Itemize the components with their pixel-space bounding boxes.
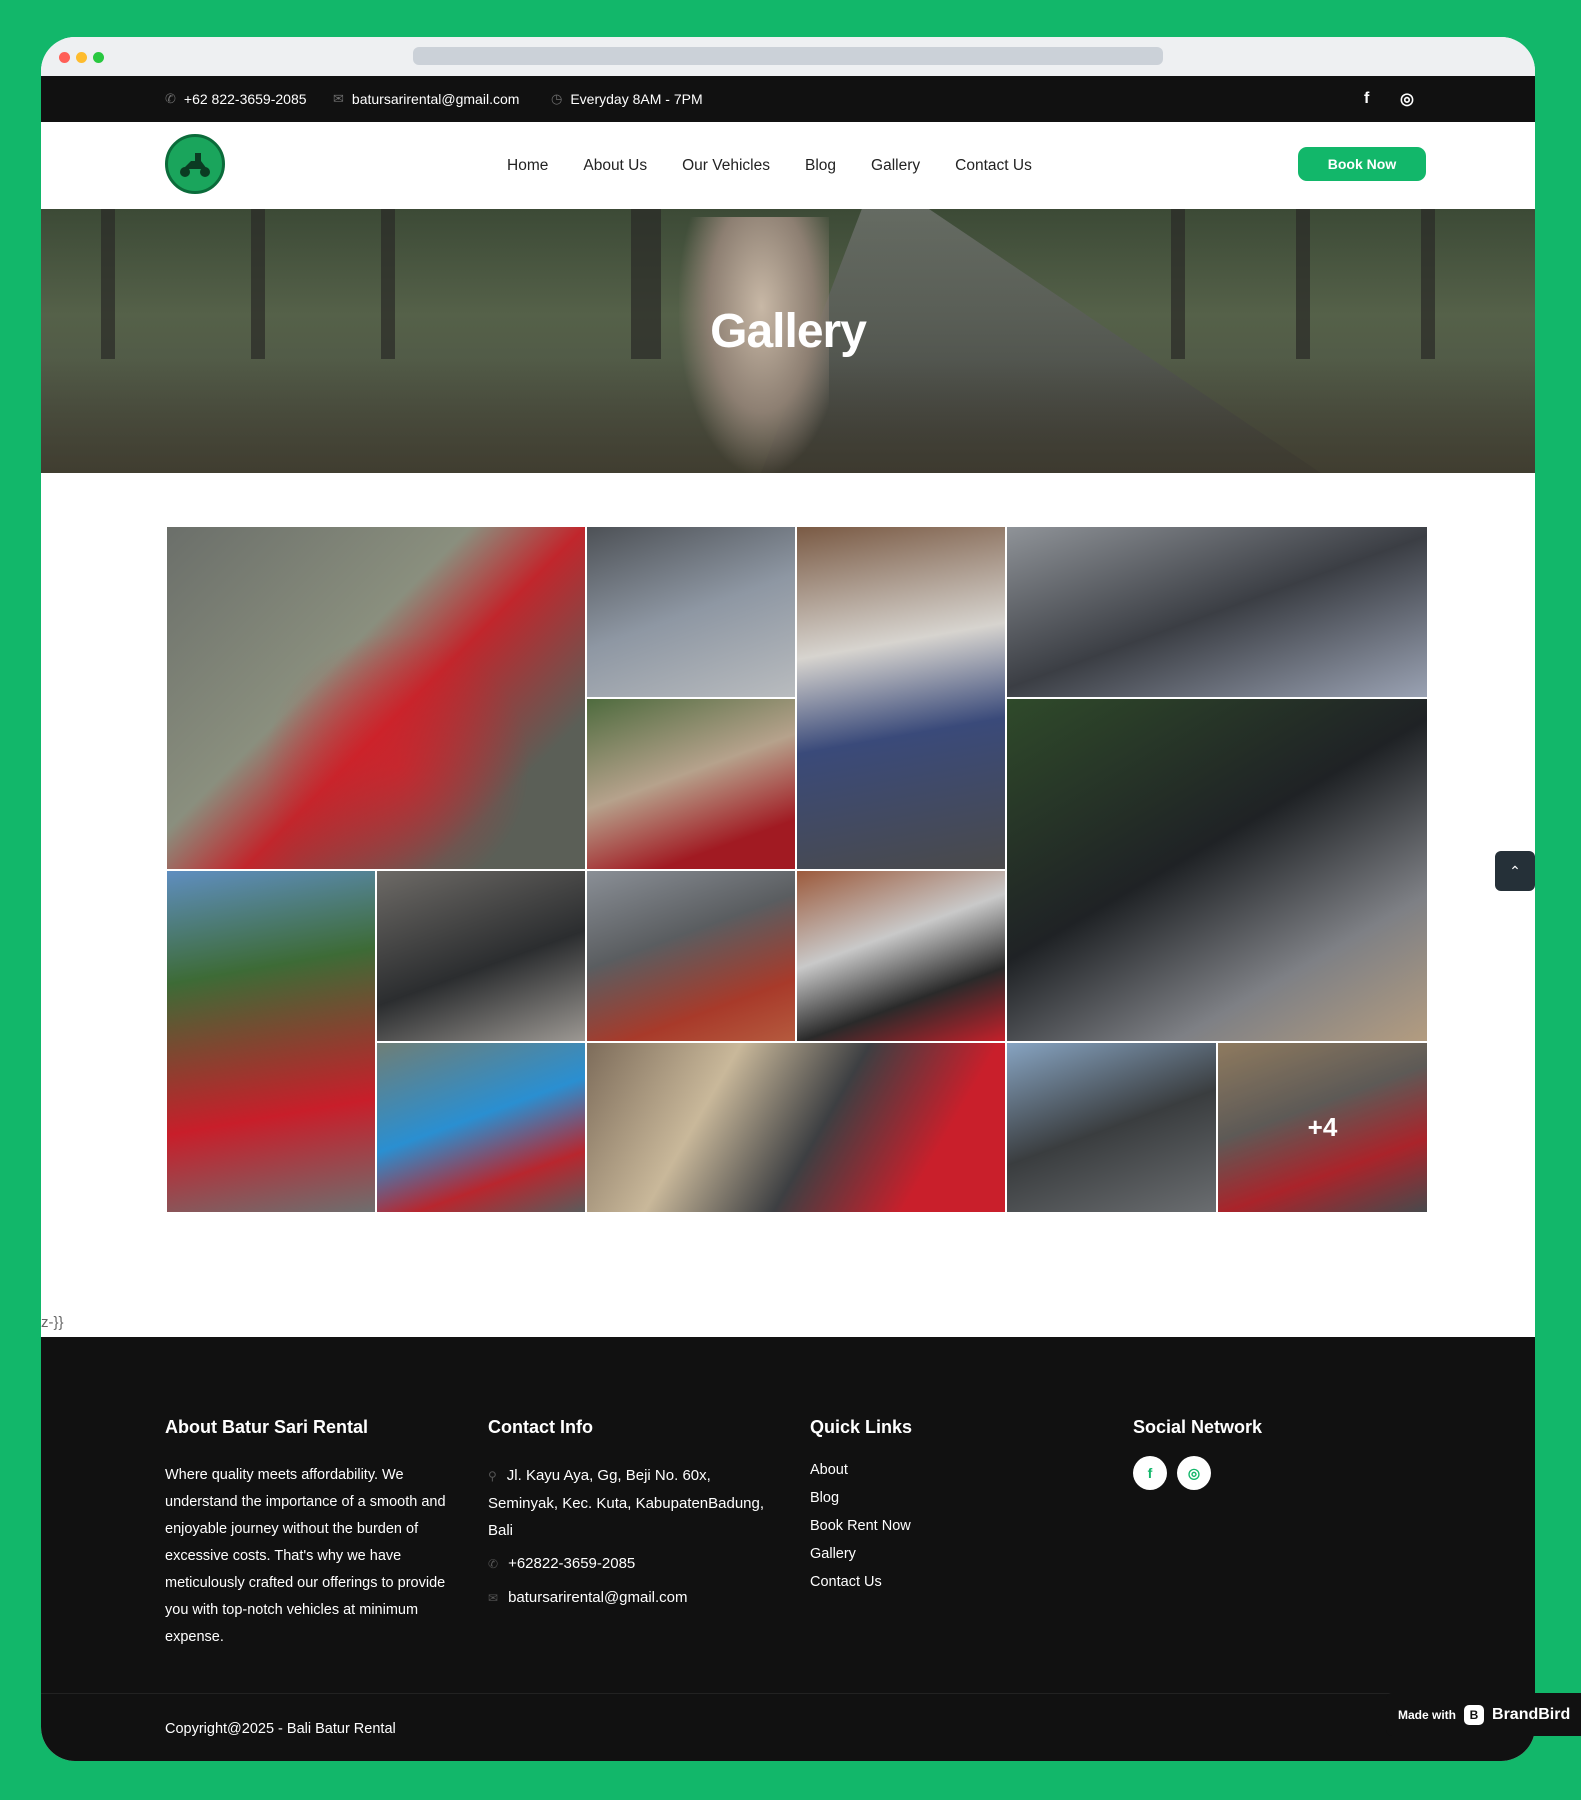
minimize-dot[interactable] — [76, 52, 87, 63]
instagram-icon[interactable]: ◎ — [1400, 76, 1414, 122]
footer-about: About Batur Sari Rental Where quality me… — [165, 1417, 450, 1651]
scooter-icon — [180, 153, 210, 177]
nav-home[interactable]: Home — [507, 157, 548, 175]
made-with-label: Made with — [1398, 1707, 1457, 1722]
topbar-hours: ◷ Everyday 8AM - 7PM — [551, 76, 703, 122]
gallery-photo[interactable] — [166, 870, 376, 1213]
footer-link-about[interactable]: About — [810, 1462, 912, 1478]
gallery-photo[interactable] — [376, 1042, 586, 1213]
site-header: Home About Us Our Vehicles Blog Gallery … — [41, 122, 1535, 209]
gallery-photo[interactable] — [1006, 698, 1428, 1042]
footer-address-text: Jl. Kayu Aya, Gg, Beji No. 60x, Seminyak… — [488, 1467, 765, 1539]
social-links: f ◎ — [1133, 1456, 1262, 1490]
footer-social-title: Social Network — [1133, 1417, 1263, 1437]
chevron-up-icon: ⌃ — [1509, 862, 1521, 879]
footer-links-title: Quick Links — [810, 1417, 913, 1437]
nav-blog[interactable]: Blog — [805, 157, 836, 175]
mail-icon: ✉ — [488, 1591, 499, 1605]
gallery-photo[interactable] — [1006, 1042, 1217, 1213]
gallery-photo[interactable] — [586, 870, 796, 1042]
scroll-to-top-button[interactable]: ⌃ — [1495, 851, 1535, 891]
footer-quick-links: Quick Links About Blog Book Rent Now Gal… — [810, 1417, 912, 1602]
footer-link-blog[interactable]: Blog — [810, 1490, 912, 1506]
browser-window: ✆ +62 822-3659-2085 ✉ batursarirental@gm… — [41, 37, 1535, 1761]
topbar-email[interactable]: ✉ batursarirental@gmail.com — [333, 76, 519, 122]
topbar-hours-text: Everyday 8AM - 7PM — [570, 91, 703, 107]
book-now-button[interactable]: Book Now — [1298, 147, 1426, 181]
facebook-icon[interactable]: f — [1133, 1456, 1167, 1490]
topbar-phone-text: +62 822-3659-2085 — [183, 91, 307, 107]
brandbird-label: BrandBird — [1492, 1705, 1571, 1723]
footer-contact: Contact Info ⚲ Jl. Kayu Aya, Gg, Beji No.… — [488, 1417, 778, 1618]
maximize-dot[interactable] — [93, 52, 104, 63]
topbar-email-text: batursarirental@gmail.com — [351, 91, 520, 107]
phone-icon: ✆ — [488, 1557, 499, 1571]
footer-about-title: About Batur Sari Rental — [165, 1417, 369, 1437]
topbar-phone[interactable]: ✆ +62 822-3659-2085 — [165, 76, 307, 122]
nav-gallery[interactable]: Gallery — [871, 157, 920, 175]
top-bar: ✆ +62 822-3659-2085 ✉ batursarirental@gm… — [41, 76, 1535, 122]
close-dot[interactable] — [59, 52, 70, 63]
page-title: Gallery — [710, 305, 867, 358]
nav-our-vehicles[interactable]: Our Vehicles — [682, 157, 770, 175]
footer-email[interactable]: ✉ batursarirental@gmail.com — [488, 1584, 778, 1612]
gallery-photo[interactable] — [376, 870, 586, 1042]
nav-contact-us[interactable]: Contact Us — [955, 157, 1032, 175]
clock-icon: ◷ — [551, 91, 563, 106]
footer-link-gallery[interactable]: Gallery — [810, 1546, 912, 1562]
more-photos-count: +4 — [1307, 1112, 1338, 1142]
site-logo[interactable] — [165, 134, 225, 194]
photo-gallery: +4 — [166, 526, 1428, 1213]
gallery-photo[interactable] — [166, 526, 586, 870]
gallery-photo[interactable] — [1006, 526, 1428, 698]
footer-divider — [41, 1693, 1535, 1694]
mail-icon: ✉ — [333, 91, 344, 106]
phone-icon: ✆ — [165, 91, 176, 106]
footer-email-text: batursarirental@gmail.com — [508, 1589, 688, 1606]
nav-about-us[interactable]: About Us — [583, 157, 647, 175]
gallery-photo[interactable] — [796, 870, 1006, 1042]
footer-contact-title: Contact Info — [488, 1417, 593, 1437]
gallery-photo[interactable] — [586, 1042, 1006, 1213]
footer-address: ⚲ Jl. Kayu Aya, Gg, Beji No. 60x, Seminya… — [488, 1462, 778, 1544]
footer-phone[interactable]: ✆ +62822-3659-2085 — [488, 1550, 778, 1578]
gallery-more-photos[interactable]: +4 — [1217, 1042, 1428, 1213]
footer-link-book-rent-now[interactable]: Book Rent Now — [810, 1518, 912, 1534]
footer-social: Social Network f ◎ — [1133, 1417, 1262, 1490]
copyright: Copyright@2025 - Bali Batur Rental — [165, 1721, 396, 1737]
hero-banner: Gallery — [41, 209, 1535, 473]
gallery-photo[interactable] — [796, 526, 1006, 870]
instagram-icon[interactable]: ◎ — [1177, 1456, 1211, 1490]
gallery-photo[interactable] — [586, 698, 796, 870]
stray-template-text: z-}} — [41, 1314, 64, 1331]
site-footer: About Batur Sari Rental Where quality me… — [41, 1337, 1535, 1761]
facebook-icon[interactable]: f — [1364, 76, 1369, 122]
main-nav: Home About Us Our Vehicles Blog Gallery … — [507, 122, 1032, 209]
made-with-badge: Made with B BrandBird — [1386, 1693, 1581, 1736]
location-pin-icon: ⚲ — [488, 1469, 497, 1483]
footer-phone-text: +62822-3659-2085 — [508, 1555, 636, 1572]
brandbird-icon: B — [1464, 1704, 1485, 1725]
address-bar[interactable] — [413, 47, 1163, 65]
gallery-photo[interactable] — [586, 526, 796, 698]
footer-link-contact-us[interactable]: Contact Us — [810, 1574, 912, 1590]
browser-chrome — [41, 37, 1535, 76]
footer-about-text: Where quality meets affordability. We un… — [165, 1467, 446, 1645]
